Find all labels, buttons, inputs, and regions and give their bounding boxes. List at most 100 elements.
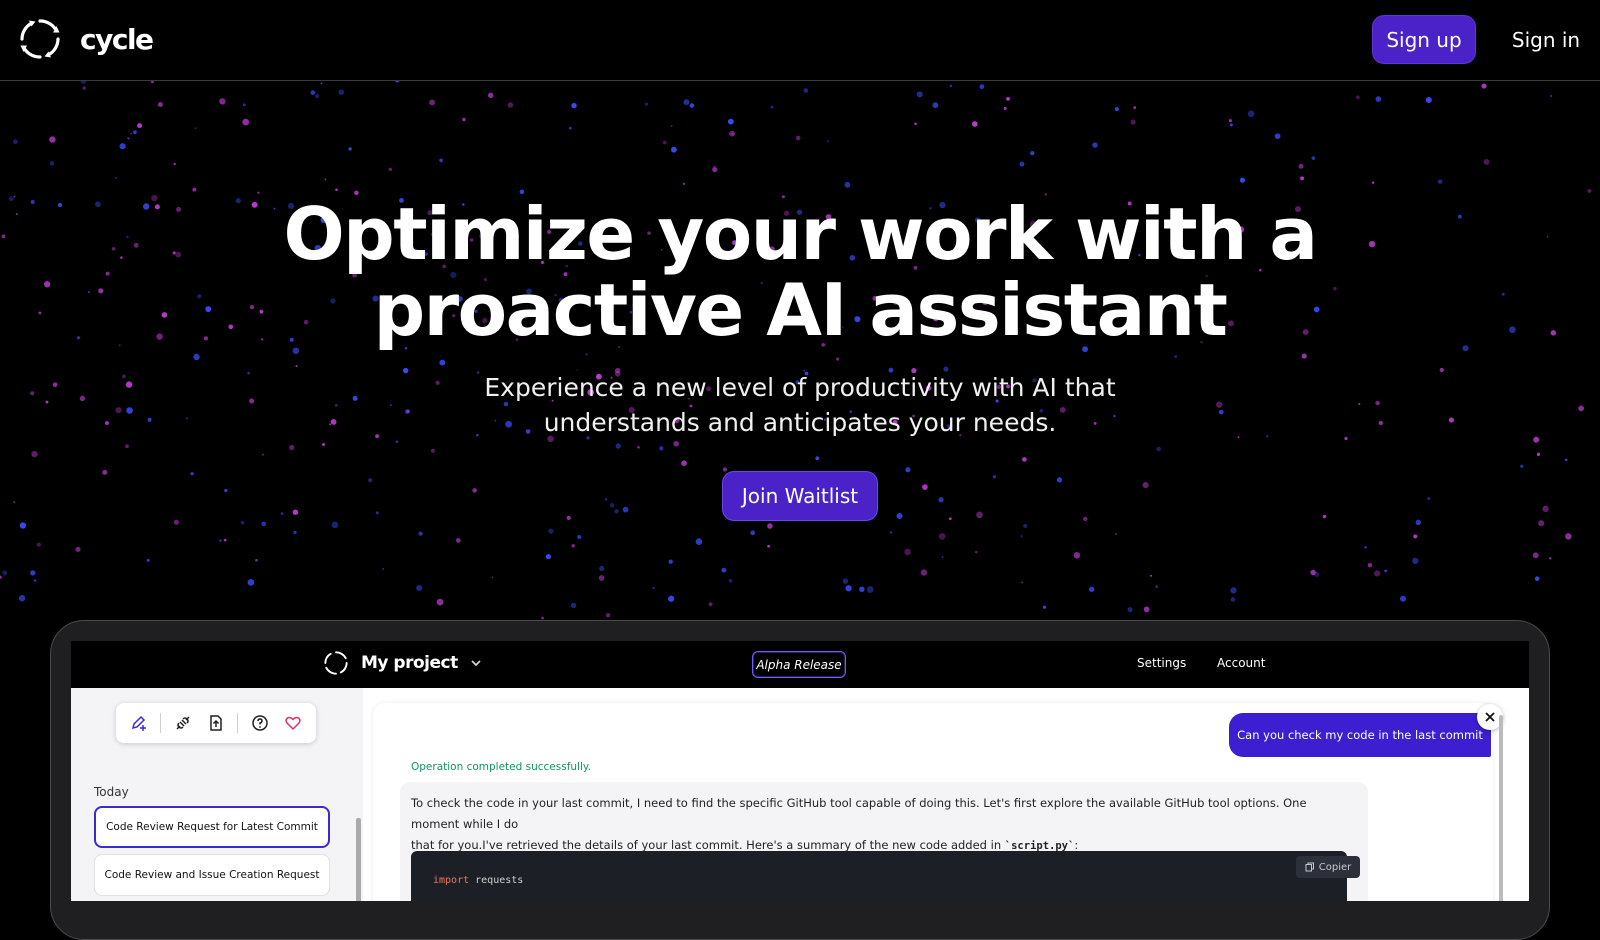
particle-dot [439,359,446,366]
brand-name: cycle [80,22,154,56]
settings-link[interactable]: Settings [1137,656,1186,670]
particle-dot [548,528,554,534]
sign-in-button[interactable]: Sign in [1500,15,1592,64]
particle-dot [1322,514,1327,519]
particle-dot [1587,189,1592,193]
particle-dot [137,123,143,129]
integrations-button[interactable] [171,711,195,735]
sign-up-button[interactable]: Sign up [1372,15,1476,64]
copy-label: Copier [1318,861,1352,873]
particle-dot [315,94,320,99]
particle-dot [310,90,316,95]
particle-dot [1427,497,1431,501]
favorite-button[interactable] [281,711,305,735]
particle-dot [1142,482,1149,489]
particle-dot [568,126,572,130]
help-button[interactable] [248,711,272,735]
particle-dot [218,539,222,543]
particle-dot [1532,552,1539,559]
particle-dot [1003,106,1007,110]
particle-dot [158,102,163,107]
particle-dot [331,521,339,529]
project-selector[interactable]: My project [323,650,482,676]
particle-dot [708,602,713,607]
particle-dot [1228,119,1232,123]
particle-dot [1400,595,1406,602]
operation-status: Operation completed successfully. [411,761,591,773]
particle-dot [429,99,436,106]
new-chat-icon [131,715,146,731]
particle-dot [223,538,227,542]
particle-dot [1364,545,1367,549]
particle-dot [1133,106,1137,109]
particle-dot [712,167,718,173]
brand-logo[interactable]: cycle [18,17,154,61]
sidebar-toolbar [116,703,316,743]
particle-dot [388,167,393,172]
hero-title-line: proactive AI assistant [373,268,1228,352]
join-waitlist-button[interactable]: Join Waitlist [722,471,878,521]
particle-dot [713,165,716,168]
particle-dot [1023,523,1028,528]
hero-title-line: Optimize your work with a [283,192,1318,276]
particle-dot [261,453,264,456]
particle-dot [920,569,928,576]
particle-dot [1300,176,1305,181]
particle-dot [922,484,928,490]
particle-dot [722,467,728,472]
particle-dot [938,497,944,503]
release-badge: Alpha Release [752,651,846,678]
particle-dot [1274,133,1281,140]
assistant-text-suffix: : [1074,838,1079,852]
particle-dot [673,440,680,447]
particle-dot [430,448,435,453]
particle-dot [1150,574,1153,577]
particle-dot [125,444,129,449]
particle-dot [19,522,27,529]
upload-file-button[interactable] [204,711,228,735]
particle-dot [1174,355,1178,359]
particle-dot [507,102,514,108]
particle-dot [418,531,423,536]
chat-history-item[interactable]: Code Review and Issue Creation Request [94,854,330,896]
particle-dot [826,140,830,143]
code-block [411,851,1347,901]
particle-dot [338,89,344,95]
particle-dot [1301,353,1307,359]
particle-dot [729,130,735,137]
new-chat-button[interactable] [127,711,151,735]
help-icon [252,715,268,731]
toolbar-divider [160,713,162,733]
particle-dot [255,558,258,562]
particle-dot [644,102,649,106]
particle-dot [689,103,695,108]
chat-scrollbar[interactable] [1499,715,1503,901]
particle-dot [456,538,461,543]
copy-code-button[interactable]: Copier [1296,856,1360,878]
sidebar-scrollbar[interactable] [356,818,361,901]
particle-dot [652,586,655,590]
particle-dot [541,616,544,620]
particle-dot [119,143,126,150]
assistant-text-line: To check the code in your last commit, I… [411,796,1307,831]
top-navigation-bar: cycle Sign up Sign in [0,0,1600,81]
particle-dot [1130,119,1136,125]
particle-dot [320,82,323,85]
particle-dot [472,488,477,493]
particle-dot [13,139,18,145]
particle-dot [247,579,255,586]
particle-dot [949,84,953,88]
particle-dot [192,187,197,192]
particle-dot [1020,535,1023,538]
particle-dot [662,140,667,145]
particle-dot [571,544,575,548]
particle-dot [1412,557,1419,565]
particle-dot [682,182,685,185]
account-link[interactable]: Account [1217,656,1265,670]
particle-dot [1550,94,1553,98]
particle-dot [1375,96,1382,102]
chat-history-item[interactable]: Code Review Request for Latest Commit [94,806,330,848]
particle-dot [1534,576,1540,581]
particle-dot [890,531,893,534]
particle-dot [668,595,675,602]
